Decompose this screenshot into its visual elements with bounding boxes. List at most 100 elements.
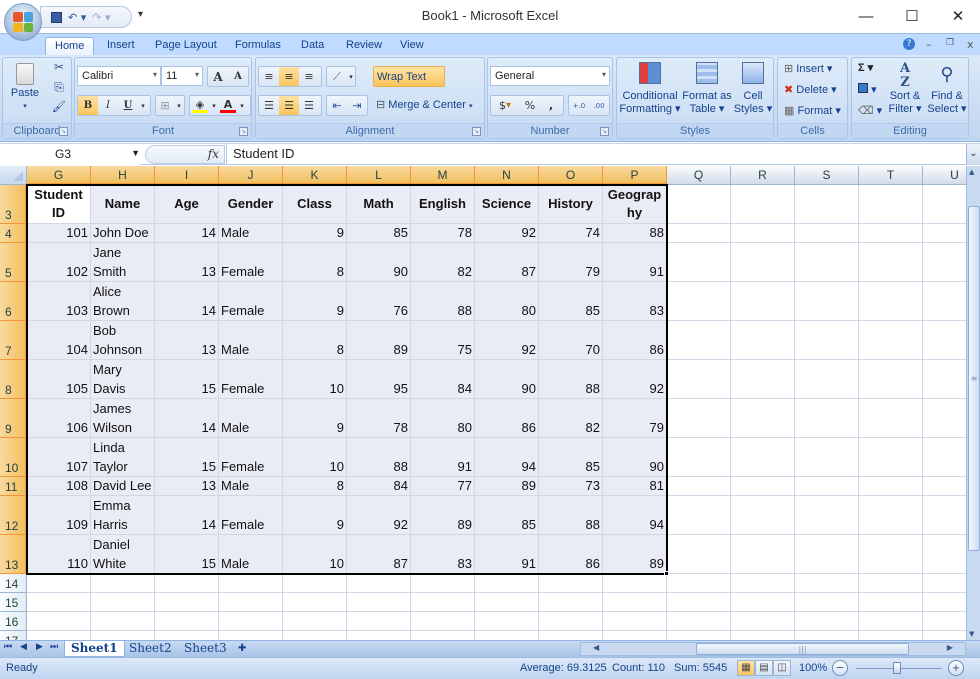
- cell-s13[interactable]: [795, 535, 859, 574]
- cell-o5[interactable]: 79: [539, 243, 603, 282]
- cell-u6[interactable]: [923, 282, 966, 321]
- cell-n8[interactable]: 90: [475, 360, 539, 399]
- cell-r7[interactable]: [731, 321, 795, 360]
- cell-u4[interactable]: [923, 224, 966, 243]
- cell-n13[interactable]: 91: [475, 535, 539, 574]
- cell-h17[interactable]: [91, 631, 155, 640]
- cell-l16[interactable]: [347, 612, 411, 631]
- cell-j4[interactable]: Male: [219, 224, 283, 243]
- tab-page-layout[interactable]: Page Layout: [155, 37, 217, 56]
- workbook-restore-button[interactable]: ❐: [946, 38, 954, 48]
- cell-m16[interactable]: [411, 612, 475, 631]
- office-button[interactable]: [4, 3, 42, 41]
- cell-q12[interactable]: [667, 496, 731, 535]
- wrap-text-button[interactable]: Wrap Text: [373, 66, 445, 87]
- cell-i4[interactable]: 14: [155, 224, 219, 243]
- cell-u9[interactable]: [923, 399, 966, 438]
- cell-p8[interactable]: 92: [603, 360, 667, 399]
- fill-handle[interactable]: [664, 571, 669, 576]
- accounting-format-button[interactable]: $ ▾: [491, 96, 519, 115]
- cell-l12[interactable]: 92: [347, 496, 411, 535]
- cell-o9[interactable]: 82: [539, 399, 603, 438]
- name-box[interactable]: G3 ▼: [0, 144, 140, 165]
- cell-i14[interactable]: [155, 574, 219, 593]
- row-header-8[interactable]: 8: [0, 360, 27, 399]
- cell-g12[interactable]: 109: [27, 496, 91, 535]
- cell-o4[interactable]: 74: [539, 224, 603, 243]
- row-header-10[interactable]: 10: [0, 438, 27, 477]
- cell-t11[interactable]: [859, 477, 923, 496]
- delete-cells-button[interactable]: ✖ Delete ▾: [784, 84, 837, 97]
- cell-p3[interactable]: Geograp hy: [603, 185, 667, 224]
- cell-p16[interactable]: [603, 612, 667, 631]
- column-header-q[interactable]: Q: [667, 166, 731, 185]
- cell-q4[interactable]: [667, 224, 731, 243]
- cell-j17[interactable]: [219, 631, 283, 640]
- cell-t16[interactable]: [859, 612, 923, 631]
- cell-g3[interactable]: Student ID: [27, 185, 91, 224]
- expand-formula-bar-button[interactable]: ⌄: [966, 144, 980, 165]
- decrease-indent-button[interactable]: ⇤: [327, 96, 347, 115]
- cell-r9[interactable]: [731, 399, 795, 438]
- cell-t7[interactable]: [859, 321, 923, 360]
- font-launcher[interactable]: ↘: [239, 127, 248, 136]
- cell-u15[interactable]: [923, 593, 966, 612]
- cell-j9[interactable]: Male: [219, 399, 283, 438]
- cell-q10[interactable]: [667, 438, 731, 477]
- cell-i3[interactable]: Age: [155, 185, 219, 224]
- cell-j7[interactable]: Male: [219, 321, 283, 360]
- save-icon[interactable]: [51, 11, 62, 23]
- cell-m9[interactable]: 80: [411, 399, 475, 438]
- cell-s3[interactable]: [795, 185, 859, 224]
- cell-r4[interactable]: [731, 224, 795, 243]
- sheet-tab-sheet2[interactable]: Sheet2: [123, 641, 178, 657]
- cell-k4[interactable]: 9: [283, 224, 347, 243]
- cell-q17[interactable]: [667, 631, 731, 640]
- cell-q6[interactable]: [667, 282, 731, 321]
- cell-g11[interactable]: 108: [27, 477, 91, 496]
- select-all-button[interactable]: [0, 166, 27, 185]
- cell-n14[interactable]: [475, 574, 539, 593]
- cell-o12[interactable]: 88: [539, 496, 603, 535]
- cell-u10[interactable]: [923, 438, 966, 477]
- alignment-launcher[interactable]: ↘: [472, 127, 481, 136]
- conditional-formatting-button[interactable]: Conditional Formatting ▾: [619, 62, 681, 116]
- cell-o17[interactable]: [539, 631, 603, 640]
- column-header-m[interactable]: M: [411, 166, 475, 185]
- cell-u3[interactable]: [923, 185, 966, 224]
- minimize-button[interactable]: —: [843, 2, 889, 30]
- cell-n16[interactable]: [475, 612, 539, 631]
- cell-h15[interactable]: [91, 593, 155, 612]
- cell-j14[interactable]: [219, 574, 283, 593]
- cell-i6[interactable]: 14: [155, 282, 219, 321]
- cell-u13[interactable]: [923, 535, 966, 574]
- cell-n9[interactable]: 86: [475, 399, 539, 438]
- comma-style-button[interactable]: ,: [541, 96, 561, 115]
- cell-o16[interactable]: [539, 612, 603, 631]
- cell-r6[interactable]: [731, 282, 795, 321]
- cell-r8[interactable]: [731, 360, 795, 399]
- cell-j8[interactable]: Female: [219, 360, 283, 399]
- cell-q14[interactable]: [667, 574, 731, 593]
- sort-filter-button[interactable]: AZ Sort & Filter ▾: [884, 62, 926, 116]
- cell-g10[interactable]: 107: [27, 438, 91, 477]
- column-header-i[interactable]: I: [155, 166, 219, 185]
- customize-qat-button[interactable]: ▾: [138, 9, 143, 20]
- cell-j15[interactable]: [219, 593, 283, 612]
- worksheet-grid[interactable]: GHIJKLMNOPQRSTU34567891011121314151617St…: [0, 166, 966, 640]
- cell-g9[interactable]: 106: [27, 399, 91, 438]
- align-left-button[interactable]: ☰: [259, 96, 279, 115]
- cell-k9[interactable]: 9: [283, 399, 347, 438]
- cell-r12[interactable]: [731, 496, 795, 535]
- cell-i10[interactable]: 15: [155, 438, 219, 477]
- cell-h3[interactable]: Name: [91, 185, 155, 224]
- cell-s4[interactable]: [795, 224, 859, 243]
- cell-p11[interactable]: 81: [603, 477, 667, 496]
- zoom-in-button[interactable]: +: [948, 660, 964, 676]
- cell-p6[interactable]: 83: [603, 282, 667, 321]
- zoom-level[interactable]: 100%: [799, 662, 827, 674]
- cell-n11[interactable]: 89: [475, 477, 539, 496]
- cell-l15[interactable]: [347, 593, 411, 612]
- cell-n6[interactable]: 80: [475, 282, 539, 321]
- maximize-button[interactable]: ☐: [889, 2, 935, 30]
